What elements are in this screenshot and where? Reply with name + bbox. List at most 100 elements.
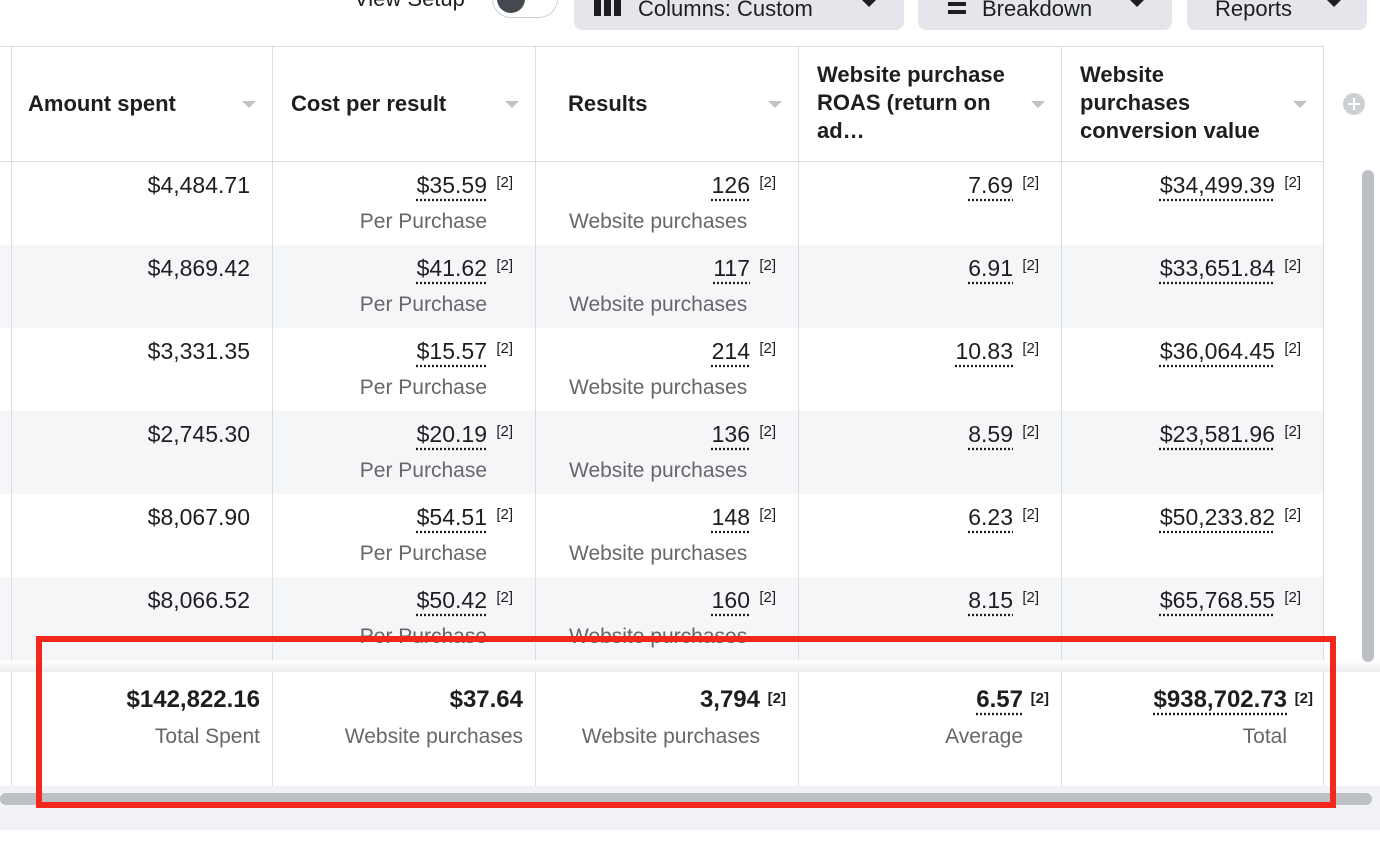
reference-tag[interactable]: [2]	[1022, 174, 1039, 191]
column-header-cost-per-result[interactable]: Cost per result	[273, 46, 536, 162]
reference-tag[interactable]: [2]	[1022, 589, 1039, 606]
reference-tag[interactable]: [2]	[496, 257, 513, 274]
reference-tag[interactable]: [2]	[759, 340, 776, 357]
column-header-label: Amount spent	[28, 91, 176, 116]
breakdown-button[interactable]: Breakdown	[918, 0, 1172, 30]
cell-subtext: Website purchases	[569, 542, 748, 565]
reference-tag[interactable]: [2]	[1284, 423, 1301, 440]
table-cell-value: $33,651.84 [2]	[1062, 245, 1324, 328]
table-cell-amount: $4,484.71	[10, 162, 273, 245]
table-cell-amount: $8,067.90	[10, 494, 273, 577]
cell-subtext: Per Purchase	[359, 459, 487, 482]
table-cell-value: $36,064.45 [2]	[1062, 328, 1324, 411]
cell-value[interactable]: $35.59	[417, 172, 487, 199]
cell-value[interactable]: 126	[712, 172, 750, 199]
reference-tag[interactable]: [2]	[496, 423, 513, 440]
cell-value[interactable]: $33,651.84	[1160, 255, 1275, 282]
column-header-results[interactable]: Results	[536, 46, 799, 162]
cell-subtext: Per Purchase	[359, 293, 487, 316]
reference-tag[interactable]: [2]	[1284, 589, 1301, 606]
reference-tag[interactable]: [2]	[496, 589, 513, 606]
cell-value[interactable]: $23,581.96	[1160, 421, 1275, 448]
cell-value[interactable]: $54.51	[417, 504, 487, 531]
reference-tag[interactable]: [2]	[1284, 257, 1301, 274]
column-header-label: Website purchase ROAS (return on ad…	[817, 62, 1005, 143]
column-header-conversion-value[interactable]: Website purchases conversion value	[1062, 46, 1324, 162]
add-column-icon[interactable]	[1343, 93, 1365, 115]
reference-tag[interactable]: [2]	[759, 257, 776, 274]
toggle-knob	[497, 0, 525, 13]
vertical-scrollbar[interactable]	[1362, 170, 1374, 662]
table-cell-roas: 10.83 [2]	[799, 328, 1062, 411]
cell-subtext: Website purchases	[569, 376, 748, 399]
sort-icon[interactable]	[1031, 101, 1045, 108]
cell-value: $4,484.71	[147, 172, 250, 198]
sort-icon[interactable]	[242, 101, 256, 108]
reference-tag[interactable]: [2]	[496, 340, 513, 357]
highlight-box	[36, 636, 1336, 808]
cell-value[interactable]: $65,768.55	[1160, 587, 1275, 614]
view-setup-toggle[interactable]	[492, 0, 558, 18]
table-cell-results: 117 [2] Website purchases	[536, 245, 799, 328]
table-cell-roas: 6.91 [2]	[799, 245, 1062, 328]
cell-subtext: Per Purchase	[359, 376, 487, 399]
cell-value[interactable]: $20.19	[417, 421, 487, 448]
reference-tag[interactable]: [2]	[759, 589, 776, 606]
reports-button[interactable]: Reports	[1187, 0, 1367, 30]
table-cell-cpr: $54.51 [2] Per Purchase	[273, 494, 536, 577]
table-cell-roas: 8.59 [2]	[799, 411, 1062, 494]
view-setup-label: View Setup	[354, 0, 465, 12]
table-cell-value: $34,499.39 [2]	[1062, 162, 1324, 245]
reference-tag[interactable]: [2]	[1022, 257, 1039, 274]
chevron-down-icon	[1327, 0, 1341, 7]
columns-button[interactable]: Columns: Custom	[574, 0, 904, 30]
reference-tag[interactable]: [2]	[1284, 174, 1301, 191]
reference-tag[interactable]: [2]	[759, 506, 776, 523]
cell-value[interactable]: $50,233.82	[1160, 504, 1275, 531]
table-cell-cpr: $35.59 [2] Per Purchase	[273, 162, 536, 245]
cell-subtext: Per Purchase	[359, 210, 487, 233]
cell-value[interactable]: 6.91	[968, 255, 1013, 282]
table-cell-cpr: $41.62 [2] Per Purchase	[273, 245, 536, 328]
reference-tag[interactable]: [2]	[1284, 506, 1301, 523]
reference-tag[interactable]: [2]	[759, 174, 776, 191]
cell-value[interactable]: 148	[712, 504, 750, 531]
cell-value[interactable]: 7.69	[968, 172, 1013, 199]
cell-value[interactable]: 6.23	[968, 504, 1013, 531]
cell-value[interactable]: $50.42	[417, 587, 487, 614]
sort-icon[interactable]	[1293, 101, 1307, 108]
cell-value[interactable]: $36,064.45	[1160, 338, 1275, 365]
reference-tag[interactable]: [2]	[496, 506, 513, 523]
table-row: $8,067.90 $54.51 [2] Per Purchase 148 [2] Webs…	[0, 494, 1324, 577]
cell-value[interactable]: 10.83	[955, 338, 1013, 365]
reference-tag[interactable]: [2]	[1022, 506, 1039, 523]
cell-value[interactable]: 8.15	[968, 587, 1013, 614]
reference-tag[interactable]: [2]	[1022, 423, 1039, 440]
column-header-label: Results	[568, 91, 648, 116]
sort-icon[interactable]	[505, 101, 519, 108]
breakdown-icon	[948, 2, 966, 14]
reference-tag[interactable]: [2]	[496, 174, 513, 191]
column-header-amount-spent[interactable]: Amount spent	[10, 46, 273, 162]
cell-subtext: Website purchases	[569, 459, 748, 482]
table-row: $4,484.71 $35.59 [2] Per Purchase 126 [2] Webs…	[0, 162, 1324, 245]
reference-tag[interactable]: [2]	[759, 423, 776, 440]
reports-label: Reports	[1215, 0, 1293, 21]
cell-value[interactable]: $34,499.39	[1160, 172, 1275, 199]
cell-value[interactable]: $15.57	[417, 338, 487, 365]
breakdown-label: Breakdown	[982, 0, 1093, 21]
reference-tag[interactable]: [2]	[1284, 340, 1301, 357]
chevron-down-icon	[862, 0, 876, 7]
sort-icon[interactable]	[768, 101, 782, 108]
cell-value[interactable]: 117	[713, 255, 750, 282]
table-cell-value: $23,581.96 [2]	[1062, 411, 1324, 494]
column-header-roas[interactable]: Website purchase ROAS (return on ad…	[799, 46, 1062, 162]
table-cell-results: 214 [2] Website purchases	[536, 328, 799, 411]
cell-value[interactable]: $41.62	[417, 255, 487, 282]
reference-tag[interactable]: [2]	[1022, 340, 1039, 357]
table-cell-amount: $4,869.42	[10, 245, 273, 328]
cell-value[interactable]: 214	[712, 338, 750, 365]
cell-value[interactable]: 160	[712, 587, 750, 614]
cell-value[interactable]: 8.59	[968, 421, 1013, 448]
cell-value[interactable]: 136	[712, 421, 750, 448]
